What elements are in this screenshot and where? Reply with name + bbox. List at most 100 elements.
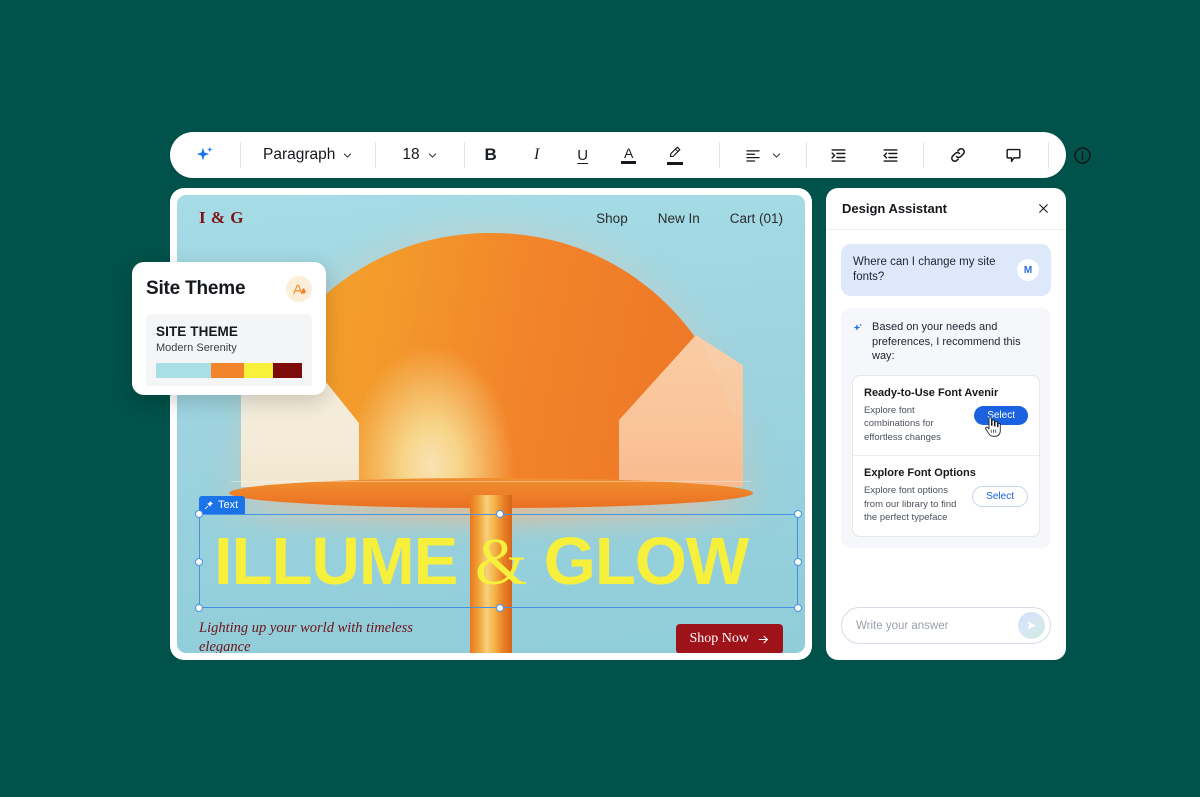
highlighter-icon — [670, 146, 681, 158]
theme-swatch-3[interactable] — [243, 363, 273, 378]
underline-button[interactable]: U — [563, 138, 603, 172]
chevron-down-icon — [772, 152, 780, 158]
selection-type-badge: Text — [199, 496, 246, 514]
toolbar-size-group: 18 — [376, 132, 463, 178]
chevron-down-icon — [344, 152, 352, 158]
resize-handle-top-center[interactable] — [496, 510, 504, 518]
resize-handle-bottom-right[interactable] — [794, 604, 802, 612]
site-logo[interactable]: I & G — [199, 208, 244, 228]
user-message-text: Where can I change my site fonts? — [853, 256, 996, 283]
site-theme-card[interactable]: Site Theme SITE THEME Modern Serenity — [132, 262, 326, 395]
toolbar-indent-group — [807, 132, 923, 178]
assistant-intro: Based on your needs and preferences, I r… — [852, 320, 1040, 364]
theme-badge[interactable] — [286, 276, 312, 302]
indent-decrease-button[interactable] — [871, 138, 911, 172]
close-icon — [1039, 204, 1048, 213]
site-theme-section-label: SITE THEME — [156, 324, 239, 339]
resize-handle-top-right[interactable] — [794, 510, 802, 518]
select-button-explore-options[interactable]: Select — [972, 486, 1028, 507]
send-button[interactable] — [1018, 612, 1045, 639]
chevron-down-icon — [428, 152, 436, 158]
toolbar-style-group: Paragraph — [241, 132, 375, 178]
italic-button[interactable]: I — [517, 138, 557, 172]
sparkle-icon — [196, 146, 213, 161]
option-title: Ready-to-Use Font Avenir — [864, 386, 999, 399]
site-theme-swatches — [156, 363, 303, 378]
bold-button[interactable]: B — [471, 138, 511, 172]
site-nav: Shop New In Cart (01) — [596, 211, 783, 226]
select-button-ready-to-use[interactable]: Select — [974, 405, 1028, 437]
info-button[interactable] — [1063, 138, 1103, 172]
option-body: Explore font combinations for effortless… — [864, 404, 1028, 445]
font-color-icon — [292, 284, 306, 294]
resize-handle-middle-right[interactable] — [794, 558, 802, 566]
answer-input[interactable] — [856, 619, 1012, 632]
paragraph-style-value: Paragraph — [263, 146, 336, 163]
nav-item-cart[interactable]: Cart (01) — [730, 211, 783, 226]
highlight-button[interactable] — [655, 138, 695, 172]
text-formatting-toolbar: Paragraph 18 B I U A — [170, 132, 1091, 178]
font-size-dropdown[interactable]: 18 — [390, 138, 449, 172]
link-icon — [950, 148, 965, 162]
theme-swatch-4[interactable] — [272, 363, 303, 378]
hero-heading-ampersand: & — [474, 525, 527, 599]
site-theme-name: Modern Serenity — [156, 342, 237, 354]
avatar: M — [1017, 259, 1039, 281]
align-dropdown[interactable] — [736, 138, 790, 172]
assistant-options: Ready-to-Use Font Avenir Explore font co… — [852, 374, 1040, 537]
option-description: Explore font combinations for effortless… — [864, 404, 941, 443]
option-description: Explore font options from our library to… — [864, 485, 957, 523]
site-theme-header: Site Theme — [146, 276, 312, 302]
assistant-title: Design Assistant — [842, 201, 947, 216]
answer-box[interactable] — [841, 607, 1051, 644]
paragraph-style-dropdown[interactable]: Paragraph — [251, 138, 365, 172]
text-color-button[interactable]: A — [609, 138, 649, 172]
indent-decrease-icon — [883, 148, 898, 162]
italic-label: I — [533, 146, 540, 163]
resize-handle-top-left[interactable] — [195, 510, 203, 518]
link-button[interactable] — [938, 138, 978, 172]
selection-badge-label: Text — [218, 499, 239, 511]
hero-heading-last: GLOW — [526, 524, 749, 599]
assistant-composer — [826, 607, 1066, 660]
ai-assistant-button[interactable] — [170, 138, 240, 172]
resize-handle-bottom-left[interactable] — [195, 604, 203, 612]
resize-handle-bottom-center[interactable] — [496, 604, 504, 612]
nav-item-shop[interactable]: Shop — [596, 211, 628, 226]
pin-icon — [204, 501, 213, 510]
align-left-icon — [745, 150, 760, 162]
close-button[interactable] — [1037, 202, 1050, 215]
text-selection-box[interactable]: Text ILLUME & GLOW — [195, 496, 802, 612]
nav-item-new-in[interactable]: New In — [658, 211, 700, 226]
site-header: I & G Shop New In Cart (01) — [177, 195, 805, 241]
underline-label: U — [577, 146, 589, 164]
hero-tagline: Lighting up your world with timeless ele… — [199, 620, 413, 653]
font-size-value: 18 — [402, 146, 420, 163]
bold-label: B — [484, 145, 497, 164]
shop-now-button[interactable]: Shop Now — [676, 624, 783, 653]
shop-now-label: Shop Now — [689, 631, 749, 646]
comment-button[interactable] — [994, 138, 1034, 172]
user-message: Where can I change my site fonts? M — [841, 244, 1051, 296]
comment-icon — [1006, 148, 1021, 162]
sparkle-icon — [853, 323, 863, 331]
hero-heading-first: ILLUME — [214, 524, 475, 599]
option-explore-font-options: Explore Font Options Explore font option… — [853, 455, 1039, 536]
theme-swatch-2[interactable] — [211, 363, 244, 378]
site-canvas: I & G Shop New In Cart (01) Text ILLUME … — [170, 188, 812, 660]
toolbar-format-group: B I U A — [465, 132, 701, 178]
assistant-header: Design Assistant — [826, 188, 1066, 230]
assistant-message: Based on your needs and preferences, I r… — [841, 308, 1051, 548]
indent-increase-icon — [831, 148, 846, 162]
assistant-intro-text: Based on your needs and preferences, I r… — [872, 321, 1021, 362]
app-root: Paragraph 18 B I U A I & G Shop New In C… — [0, 0, 1200, 797]
highlight-color-swatch — [666, 162, 683, 165]
lamp-base-highlight — [231, 481, 751, 482]
indent-increase-button[interactable] — [819, 138, 859, 172]
arrow-right-icon — [758, 635, 768, 643]
text-color-swatch — [621, 161, 637, 164]
resize-handle-middle-left[interactable] — [195, 558, 203, 566]
option-ready-to-use-font: Ready-to-Use Font Avenir Explore font co… — [853, 376, 1039, 456]
theme-swatch-1[interactable] — [156, 363, 212, 378]
toolbar-insert-group — [924, 132, 1048, 178]
